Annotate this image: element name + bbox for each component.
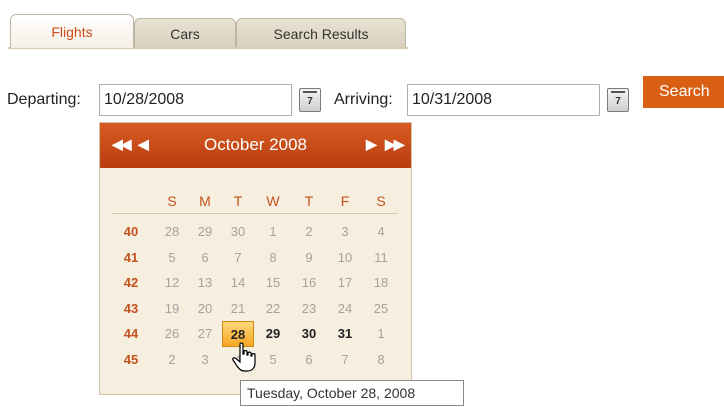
day-cell[interactable]: 22 (257, 296, 289, 322)
arriving-date-input[interactable] (407, 84, 600, 116)
tab-search-results[interactable]: Search Results (236, 18, 406, 48)
day-cell[interactable]: 5 (257, 347, 289, 373)
calendar-header: ◀◀ ◀ October 2008 ▶ ▶▶ (100, 123, 411, 168)
day-cell[interactable]: 31 (329, 321, 361, 347)
day-cell[interactable]: 6 (189, 245, 221, 271)
calendar-month-title[interactable]: October 2008 (100, 135, 411, 155)
day-cell[interactable]: 6 (293, 347, 325, 373)
week-number[interactable]: 44 (115, 321, 147, 347)
departing-label: Departing: (7, 91, 81, 108)
day-cell[interactable]: 20 (189, 296, 221, 322)
tab-flights[interactable]: Flights (10, 14, 134, 48)
arriving-calendar-button[interactable]: 7 (607, 88, 629, 112)
day-cell[interactable]: 24 (329, 296, 361, 322)
weekday-header: T (233, 193, 243, 209)
day-cell[interactable]: 7 (222, 245, 254, 271)
weekday-header: S (167, 193, 177, 209)
weekday-header: S (376, 193, 386, 209)
day-cell[interactable]: 29 (189, 219, 221, 245)
day-cell[interactable]: 8 (257, 245, 289, 271)
hand-cursor-icon (232, 342, 256, 372)
departing-calendar-button[interactable]: 7 (299, 88, 321, 112)
day-cell[interactable]: 12 (156, 270, 188, 296)
day-cell[interactable]: 28 (156, 219, 188, 245)
week-number[interactable]: 42 (115, 270, 147, 296)
departing-date-input[interactable] (99, 84, 292, 116)
day-cell[interactable]: 29 (257, 321, 289, 347)
day-cell[interactable]: 16 (293, 270, 325, 296)
arriving-label: Arriving: (334, 91, 393, 108)
day-cell[interactable]: 25 (365, 296, 397, 322)
day-cell[interactable]: 8 (365, 347, 397, 373)
date-tooltip: Tuesday, October 28, 2008 (240, 380, 464, 406)
next-year-icon[interactable]: ▶▶ (385, 136, 404, 153)
day-cell[interactable]: 26 (156, 321, 188, 347)
day-cell[interactable]: 18 (365, 270, 397, 296)
day-cell[interactable]: 17 (329, 270, 361, 296)
day-cell[interactable]: 1 (365, 321, 397, 347)
weekday-header: F (340, 193, 350, 209)
weekday-header: T (304, 193, 314, 209)
calendar-icon-number: 7 (615, 96, 621, 107)
day-cell[interactable]: 21 (222, 296, 254, 322)
day-cell[interactable]: 30 (222, 219, 254, 245)
day-cell[interactable]: 9 (293, 245, 325, 271)
day-cell[interactable]: 14 (222, 270, 254, 296)
day-cell[interactable]: 30 (293, 321, 325, 347)
weekday-header: M (199, 193, 211, 209)
day-cell[interactable]: 3 (329, 219, 361, 245)
day-cell[interactable]: 7 (329, 347, 361, 373)
week-number[interactable]: 45 (115, 347, 147, 373)
day-cell[interactable]: 19 (156, 296, 188, 322)
search-button[interactable]: Search (643, 76, 724, 108)
day-cell[interactable]: 10 (329, 245, 361, 271)
week-number[interactable]: 41 (115, 245, 147, 271)
day-cell[interactable]: 23 (293, 296, 325, 322)
calendar-icon-number: 7 (307, 96, 313, 107)
next-month-icon[interactable]: ▶ (366, 136, 377, 153)
day-cell[interactable]: 27 (189, 321, 221, 347)
day-cell[interactable]: 13 (189, 270, 221, 296)
day-cell[interactable]: 1 (257, 219, 289, 245)
day-cell[interactable]: 2 (293, 219, 325, 245)
day-cell[interactable]: 11 (365, 245, 397, 271)
tab-cars[interactable]: Cars (134, 18, 236, 48)
day-cell[interactable]: 15 (257, 270, 289, 296)
day-cell[interactable]: 5 (156, 245, 188, 271)
day-cell[interactable]: 4 (365, 219, 397, 245)
day-cell[interactable]: 2 (156, 347, 188, 373)
week-number[interactable]: 43 (115, 296, 147, 322)
day-cell[interactable]: 3 (189, 347, 221, 373)
week-number[interactable]: 40 (115, 219, 147, 245)
weekday-header: W (266, 193, 280, 209)
